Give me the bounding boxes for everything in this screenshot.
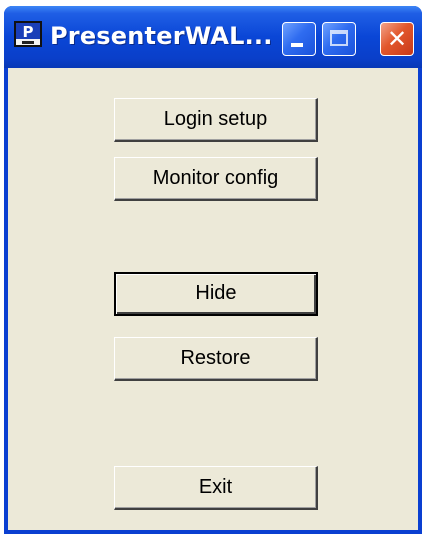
- close-icon: ✕: [386, 25, 408, 53]
- maximize-button[interactable]: [322, 22, 356, 56]
- exit-button[interactable]: Exit: [114, 466, 318, 510]
- app-window: P PresenterWAL... ✕ Login setup Monitor …: [4, 6, 422, 534]
- minimize-button[interactable]: [282, 22, 316, 56]
- monitor-stand: [22, 41, 34, 44]
- monitor-config-button[interactable]: Monitor config: [114, 157, 318, 201]
- hide-button[interactable]: Hide: [114, 272, 318, 316]
- app-icon-letter: P: [16, 23, 40, 41]
- window-client-area: Login setup Monitor config Hide Restore …: [8, 68, 418, 530]
- login-setup-button[interactable]: Login setup: [114, 98, 318, 142]
- maximize-icon: [330, 30, 348, 46]
- title-bar[interactable]: P PresenterWAL... ✕: [4, 6, 422, 68]
- minimize-icon: [291, 43, 303, 47]
- restore-button[interactable]: Restore: [114, 337, 318, 381]
- app-icon[interactable]: P: [14, 21, 42, 47]
- close-button[interactable]: ✕: [380, 22, 414, 56]
- window-title: PresenterWAL...: [50, 22, 273, 50]
